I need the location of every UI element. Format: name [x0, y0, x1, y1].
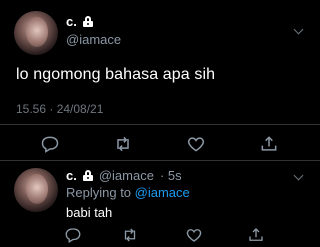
author-handle[interactable]: @iamace: [66, 32, 121, 47]
retweet-icon[interactable]: [121, 226, 139, 244]
replying-prefix: Replying to: [66, 185, 135, 200]
author-name-row: c.: [66, 14, 93, 29]
reply-icon[interactable]: [64, 226, 82, 244]
tweet-timestamp[interactable]: 15.56 · 24/08/21: [16, 102, 103, 116]
divider: [0, 160, 320, 161]
chevron-down-icon[interactable]: [293, 170, 304, 181]
like-icon[interactable]: [186, 134, 206, 154]
share-icon[interactable]: [247, 226, 265, 244]
lock-icon: [82, 170, 93, 181]
avatar[interactable]: [14, 11, 58, 55]
replying-to-link[interactable]: @iamace: [135, 185, 190, 200]
reply-age: · 5s: [159, 168, 182, 183]
replying-to: Replying to @iamace: [66, 185, 190, 200]
tweet-actions: [0, 132, 320, 156]
retweet-icon[interactable]: [113, 134, 133, 154]
reply-author-row: c. @iamace · 5s: [66, 168, 182, 183]
reply-avatar[interactable]: [14, 168, 58, 212]
share-icon[interactable]: [259, 134, 279, 154]
reply-actions: [0, 224, 320, 247]
reply-text: babi tah: [66, 205, 113, 220]
reply-handle[interactable]: @iamace: [99, 168, 154, 183]
like-icon[interactable]: [185, 226, 203, 244]
divider: [0, 124, 320, 125]
chevron-down-icon[interactable]: [293, 24, 304, 35]
lock-icon: [82, 16, 93, 27]
reply-icon[interactable]: [40, 134, 60, 154]
tweet-text: lo ngomong bahasa apa sih: [16, 66, 216, 83]
display-name[interactable]: c.: [66, 14, 77, 29]
reply-display-name[interactable]: c.: [66, 168, 77, 183]
